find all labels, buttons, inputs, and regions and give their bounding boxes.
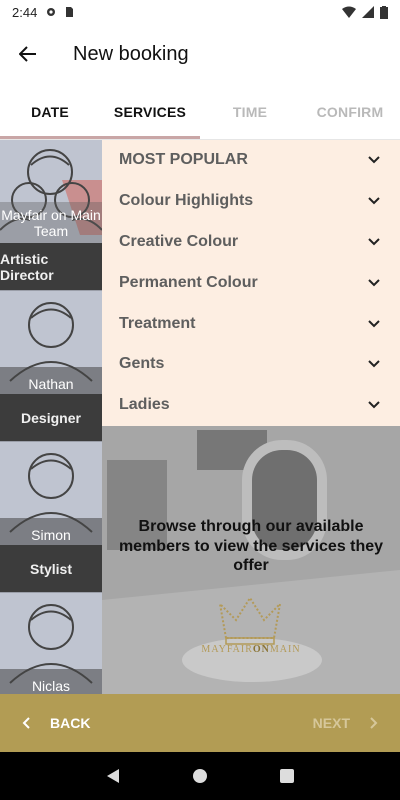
staff-role: Designer bbox=[0, 394, 102, 441]
staff-member[interactable]: Simon Stylist bbox=[0, 442, 102, 593]
next-button[interactable]: NEXT bbox=[313, 715, 378, 731]
tab-time[interactable]: TIME bbox=[200, 84, 300, 139]
browse-hint: Browse through our available members to … bbox=[118, 518, 384, 574]
chevron-down-icon bbox=[368, 319, 380, 327]
chevron-down-icon bbox=[368, 238, 380, 246]
category-row[interactable]: Treatment bbox=[102, 303, 400, 344]
category-row[interactable]: Creative Colour bbox=[102, 222, 400, 263]
status-time: 2:44 bbox=[12, 4, 38, 20]
category-row[interactable]: Gents bbox=[102, 344, 400, 385]
wifi-icon bbox=[342, 6, 356, 18]
category-label: Creative Colour bbox=[119, 232, 239, 250]
category-list: MOST POPULAR Colour Highlights Creative … bbox=[102, 140, 400, 426]
next-label: NEXT bbox=[312, 715, 350, 731]
chevron-down-icon bbox=[368, 401, 380, 409]
services-panel: MOST POPULAR Colour Highlights Creative … bbox=[102, 140, 400, 694]
category-row[interactable]: Colour Highlights bbox=[102, 181, 400, 222]
category-row[interactable]: Ladies bbox=[102, 385, 400, 426]
staff-name: Niclas bbox=[0, 669, 102, 694]
back-button[interactable]: BACK bbox=[22, 715, 90, 731]
nav-recents-icon[interactable] bbox=[279, 768, 295, 784]
tab-date[interactable]: DATE bbox=[0, 84, 100, 139]
staff-role: Stylist bbox=[0, 545, 102, 592]
back-label: BACK bbox=[50, 715, 91, 731]
staff-role: Artistic Director bbox=[0, 243, 102, 290]
staff-name: Mayfair on Main Team bbox=[0, 202, 102, 244]
tab-progress-indicator bbox=[0, 136, 200, 139]
chevron-left-icon bbox=[22, 717, 30, 729]
category-label: Gents bbox=[119, 355, 165, 373]
category-label: Colour Highlights bbox=[119, 192, 254, 210]
chevron-down-icon bbox=[368, 197, 380, 205]
nav-home-icon[interactable] bbox=[192, 768, 208, 784]
tab-services[interactable]: SERVICES bbox=[100, 84, 200, 139]
tab-bar: DATE SERVICES TIME CONFIRM bbox=[0, 84, 400, 140]
category-label: Permanent Colour bbox=[119, 273, 258, 291]
staff-member[interactable]: Mayfair on Main Team Artistic Director bbox=[0, 140, 102, 291]
staff-member[interactable]: Nathan Designer bbox=[0, 291, 102, 442]
staff-member[interactable]: Niclas bbox=[0, 593, 102, 694]
tab-confirm[interactable]: CONFIRM bbox=[300, 84, 400, 139]
staff-list[interactable]: Mayfair on Main Team Artistic Director N… bbox=[0, 140, 102, 694]
cell-signal-icon bbox=[362, 6, 374, 18]
chevron-down-icon bbox=[368, 360, 380, 368]
settings-icon bbox=[47, 8, 56, 16]
action-bar: BACK NEXT bbox=[0, 694, 400, 752]
status-bar: 2:44 bbox=[0, 0, 400, 24]
page-title: New booking bbox=[73, 42, 189, 65]
chevron-down-icon bbox=[368, 156, 380, 164]
sd-card-icon bbox=[66, 7, 74, 17]
app-bar: New booking bbox=[0, 24, 400, 84]
category-label: Treatment bbox=[119, 314, 196, 332]
chevron-down-icon bbox=[368, 279, 380, 287]
battery-icon bbox=[380, 5, 388, 19]
back-arrow-icon[interactable] bbox=[0, 24, 56, 84]
category-row[interactable]: Permanent Colour bbox=[102, 262, 400, 303]
brand-logo-text: MAYFAIRONMAIN bbox=[201, 644, 301, 655]
chevron-right-icon bbox=[370, 717, 378, 729]
category-label: Ladies bbox=[119, 396, 170, 414]
nav-back-icon[interactable] bbox=[105, 768, 121, 784]
system-nav-bar bbox=[0, 752, 400, 800]
category-row[interactable]: MOST POPULAR bbox=[102, 140, 400, 181]
category-label: MOST POPULAR bbox=[119, 151, 248, 169]
